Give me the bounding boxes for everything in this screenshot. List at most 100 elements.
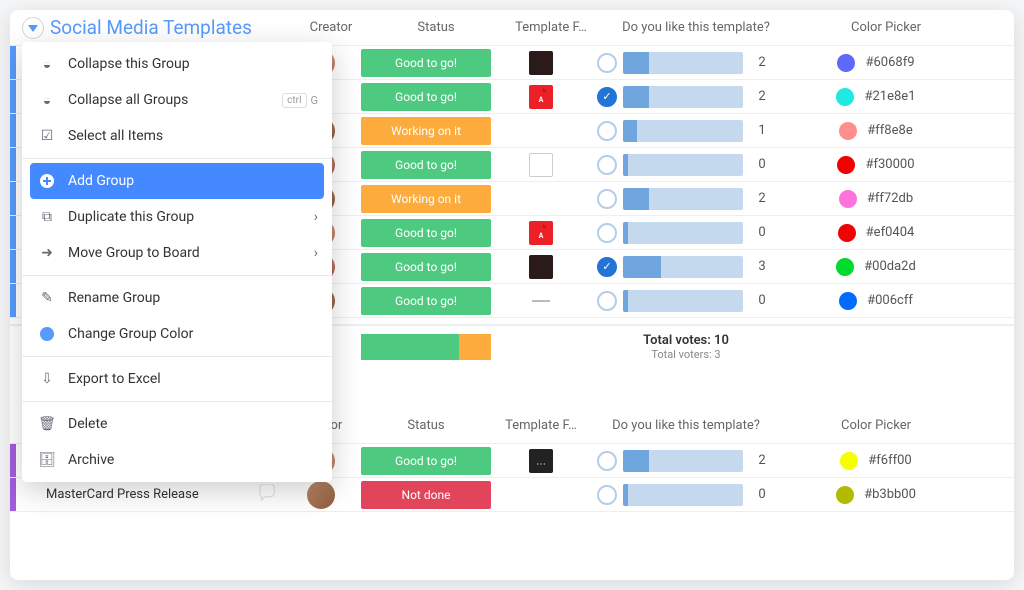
status-cell[interactable]: Good to go! [361,49,491,77]
file-thumb-line[interactable] [529,289,553,313]
vote-cell: 0 [586,478,786,512]
vote-count: 0 [749,487,775,502]
vote-toggle[interactable] [597,291,617,311]
vote-toggle[interactable] [597,121,617,141]
vote-count: 3 [749,259,775,274]
creator-avatar[interactable] [307,481,335,509]
menu-delete[interactable]: 🗑 Delete [22,406,332,442]
column-header-vote[interactable]: Do you like this template? [586,418,786,433]
color-hex: #6068f9 [865,55,914,70]
color-cell[interactable]: #21e8e1 [786,80,966,114]
column-header-vote[interactable]: Do you like this template? [596,20,796,35]
move-icon: ➜ [36,245,58,261]
menu-move[interactable]: ➜ Move Group to Board › [22,235,332,271]
menu-label: Delete [68,416,107,432]
vote-cell: 0 [586,148,786,182]
color-cell[interactable]: #ff8e8e [786,114,966,148]
vote-cell: 2 [586,46,786,80]
pencil-icon: ✎ [36,290,58,306]
vote-toggle[interactable]: ✓ [597,87,617,107]
vote-bar [623,484,743,506]
vote-count: 1 [749,123,775,138]
vote-bar [623,154,743,176]
vote-toggle[interactable] [597,53,617,73]
vote-toggle[interactable] [597,155,617,175]
status-cell[interactable]: Good to go! [361,83,491,111]
menu-label: Rename Group [68,290,160,306]
column-header-color[interactable]: Color Picker [786,418,966,433]
group-title[interactable]: Social Media Templates [50,16,252,39]
menu-label: Collapse this Group [68,56,190,72]
status-cell[interactable]: Good to go! [361,287,491,315]
color-cell[interactable]: #f30000 [786,148,966,182]
status-cell[interactable]: Good to go! [361,253,491,281]
vote-toggle[interactable] [597,189,617,209]
chat-icon[interactable] [258,484,276,506]
row-name-label: MasterCard Press Release [46,487,199,502]
vote-cell: 0 [586,284,786,318]
color-swatch [839,190,857,208]
color-hex: #f6ff00 [868,453,911,468]
file-thumb-doc[interactable] [529,153,553,177]
menu-rename[interactable]: ✎ Rename Group [22,280,332,316]
color-hex: #f30000 [865,157,914,172]
vote-count: 2 [749,89,775,104]
vote-bar [623,120,743,142]
color-hex: #ff72db [867,191,913,206]
column-header-file[interactable]: Template F… [506,20,596,35]
menu-export[interactable]: ⇩ Export to Excel [22,361,332,397]
column-header-color[interactable]: Color Picker [796,20,976,35]
vote-toggle[interactable] [597,451,617,471]
status-cell[interactable]: Not done [361,481,491,509]
status-cell[interactable]: Good to go! [361,151,491,179]
color-hex: #b3bb00 [864,487,916,502]
column-header-status[interactable]: Status [366,20,506,35]
column-header-file[interactable]: Template F… [496,418,586,433]
vote-count: 0 [749,225,775,240]
file-thumb-more[interactable]: ⋯ [529,449,553,473]
color-cell[interactable]: #00da2d [786,250,966,284]
vote-cell: 0 [586,216,786,250]
color-swatch [837,54,855,72]
menu-label: Change Group Color [68,326,193,342]
status-cell[interactable]: Working on it [361,117,491,145]
color-hex: #ef0404 [866,225,915,240]
color-cell[interactable]: #ff72db [786,182,966,216]
vote-toggle[interactable]: ✓ [597,257,617,277]
status-cell[interactable]: Working on it [361,185,491,213]
vote-bar [623,86,743,108]
file-thumb-image[interactable] [529,255,553,279]
file-thumb-pdf[interactable]: A [529,221,553,245]
group-collapse-toggle[interactable] [22,17,44,39]
menu-select-all[interactable]: ☑ Select all Items [22,118,332,154]
file-thumb-image[interactable] [529,51,553,75]
vote-toggle[interactable] [597,485,617,505]
color-cell[interactable]: #6068f9 [786,46,966,80]
color-cell[interactable]: #ef0404 [786,216,966,250]
status-cell[interactable]: Good to go! [361,447,491,475]
menu-label: Duplicate this Group [68,209,194,225]
trash-icon: 🗑 [36,416,58,432]
file-thumb-pdf[interactable]: A [529,85,553,109]
menu-collapse-this[interactable]: ◒ Collapse this Group [22,46,332,82]
column-header-status[interactable]: Status [356,418,496,433]
archive-icon: 🗄 [36,452,58,468]
status-cell[interactable]: Good to go! [361,219,491,247]
vote-count: 0 [749,293,775,308]
menu-change-color[interactable]: Change Group Color [22,316,332,352]
menu-add-group[interactable]: Add Group [30,163,324,199]
svg-text:A: A [539,96,544,104]
row-name-cell[interactable]: MasterCard Press Release [10,478,286,511]
vote-cell: ✓ 3 [586,250,786,284]
vote-toggle[interactable] [597,223,617,243]
menu-archive[interactable]: 🗄 Archive [22,442,332,478]
color-cell[interactable]: #f6ff00 [786,444,966,478]
menu-label: Select all Items [68,128,163,144]
color-dot-icon [36,327,58,341]
color-cell[interactable]: #b3bb00 [786,478,966,512]
menu-duplicate[interactable]: ⧉ Duplicate this Group › [22,199,332,235]
duplicate-icon: ⧉ [36,209,58,225]
menu-collapse-all[interactable]: ◒ Collapse all Groups ctrl G [22,82,332,118]
column-header-creator[interactable]: Creator [296,20,366,35]
color-cell[interactable]: #006cff [786,284,966,318]
